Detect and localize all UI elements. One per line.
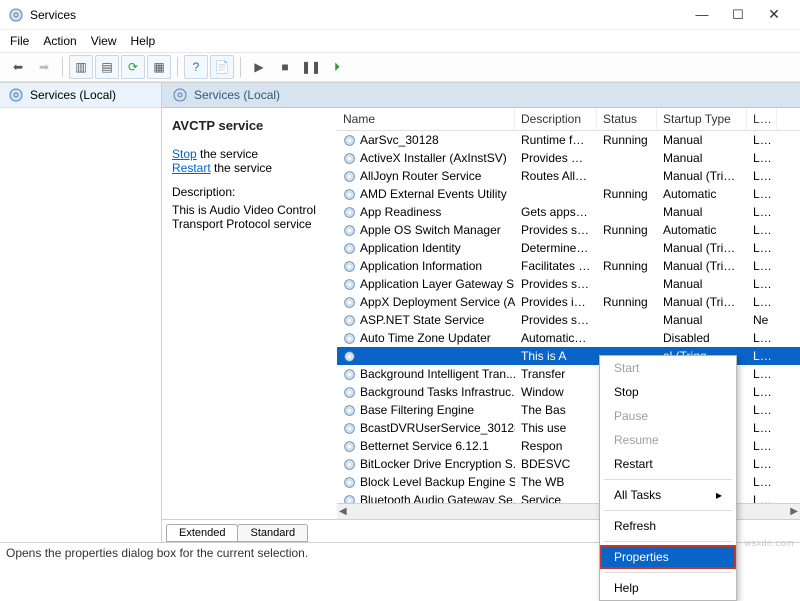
ctx-refresh[interactable]: Refresh	[600, 514, 736, 538]
details-header-label: Services (Local)	[194, 88, 280, 102]
menu-view[interactable]: View	[91, 34, 117, 48]
ctx-separator	[604, 572, 732, 573]
ctx-restart[interactable]: Restart	[600, 452, 736, 476]
refresh-button[interactable]: ⟳	[121, 55, 145, 79]
ctx-properties[interactable]: Properties	[600, 545, 736, 569]
ctx-separator	[604, 510, 732, 511]
col-logon[interactable]: Loc	[747, 108, 777, 130]
tab-extended[interactable]: Extended	[166, 524, 238, 542]
restart-icon[interactable]: ⏵	[325, 55, 349, 79]
tree-item-label: Services (Local)	[30, 88, 116, 102]
selected-service-name: AVCTP service	[172, 118, 331, 133]
ctx-all-tasks[interactable]: All Tasks ▸	[600, 483, 736, 507]
play-icon[interactable]: ▶	[247, 55, 271, 79]
col-description[interactable]: Description	[515, 108, 597, 130]
stop-service-link[interactable]: Stop	[172, 147, 197, 161]
column-headers[interactable]: Name Description Status Startup Type Loc	[337, 108, 800, 131]
col-name[interactable]: Name	[337, 108, 515, 130]
table-row[interactable]: AMD External Events UtilityRunningAutoma…	[337, 185, 800, 203]
menu-help[interactable]: Help	[131, 34, 156, 48]
services-app-icon	[8, 7, 24, 23]
menu-file[interactable]: File	[10, 34, 29, 48]
table-row[interactable]: AppX Deployment Service (A...Provides in…	[337, 293, 800, 311]
help-topics-button[interactable]: 📄	[210, 55, 234, 79]
table-row[interactable]: ActiveX Installer (AxInstSV)Provides Use…	[337, 149, 800, 167]
context-menu: Start Stop Pause Resume Restart All Task…	[599, 355, 737, 601]
ctx-separator	[604, 541, 732, 542]
table-row[interactable]: ASP.NET State ServiceProvides sup...Manu…	[337, 311, 800, 329]
maximize-button[interactable]: ☐	[720, 7, 756, 23]
pause-icon[interactable]: ❚❚	[299, 55, 323, 79]
table-row[interactable]: AllJoyn Router ServiceRoutes AllJo...Man…	[337, 167, 800, 185]
forward-button[interactable]: ➡	[32, 55, 56, 79]
watermark: wsxdn.com	[744, 538, 794, 548]
chevron-right-icon: ▸	[716, 488, 722, 502]
stop-icon[interactable]: ■	[273, 55, 297, 79]
gear-icon	[172, 87, 188, 103]
col-startup[interactable]: Startup Type	[657, 108, 747, 130]
properties-button[interactable]: ▦	[147, 55, 171, 79]
tab-standard[interactable]: Standard	[237, 524, 308, 542]
console-tree: Services (Local)	[0, 83, 162, 542]
menu-action[interactable]: Action	[43, 34, 76, 48]
toolbar: ⬅ ➡ ▥ ▤ ⟳ ▦ ? 📄 ▶ ■ ❚❚ ⏵	[0, 52, 800, 82]
restart-suffix: the service	[211, 161, 272, 175]
window-title: Services	[30, 8, 76, 22]
table-row[interactable]: Auto Time Zone UpdaterAutomaticall...Dis…	[337, 329, 800, 347]
description-text: This is Audio Video Control Transport Pr…	[172, 203, 331, 231]
scroll-left-icon[interactable]: ◀	[339, 506, 347, 517]
show-hide-tree-button[interactable]: ▥	[69, 55, 93, 79]
table-row[interactable]: AarSvc_30128Runtime for ...RunningManual…	[337, 131, 800, 149]
close-button[interactable]: ✕	[756, 6, 792, 23]
gear-icon	[8, 87, 24, 103]
service-detail-column: AVCTP service Stop the service Restart t…	[162, 108, 337, 519]
stop-suffix: the service	[197, 147, 258, 161]
ctx-resume[interactable]: Resume	[600, 428, 736, 452]
menu-bar: File Action View Help	[0, 30, 800, 52]
table-row[interactable]: Application Layer Gateway S...Provides s…	[337, 275, 800, 293]
scroll-right-icon[interactable]: ▶	[790, 506, 798, 517]
table-row[interactable]: Application IdentityDetermines ...Manual…	[337, 239, 800, 257]
help-button[interactable]: ?	[184, 55, 208, 79]
ctx-pause[interactable]: Pause	[600, 404, 736, 428]
back-button[interactable]: ⬅	[6, 55, 30, 79]
details-header: Services (Local)	[162, 83, 800, 108]
export-list-button[interactable]: ▤	[95, 55, 119, 79]
tree-item-services-local[interactable]: Services (Local)	[0, 83, 161, 108]
ctx-separator	[604, 479, 732, 480]
table-row[interactable]: App ReadinessGets apps re...ManualLoc	[337, 203, 800, 221]
ctx-start[interactable]: Start	[600, 356, 736, 380]
minimize-button[interactable]: —	[684, 7, 720, 22]
title-bar: Services — ☐ ✕	[0, 0, 800, 30]
table-row[interactable]: Apple OS Switch ManagerProvides sup...Ru…	[337, 221, 800, 239]
col-status[interactable]: Status	[597, 108, 657, 130]
description-label: Description:	[172, 185, 331, 199]
restart-service-link[interactable]: Restart	[172, 161, 211, 175]
ctx-stop[interactable]: Stop	[600, 380, 736, 404]
ctx-all-tasks-label: All Tasks	[614, 488, 661, 502]
ctx-help[interactable]: Help	[600, 576, 736, 600]
table-row[interactable]: Application InformationFacilitates th...…	[337, 257, 800, 275]
